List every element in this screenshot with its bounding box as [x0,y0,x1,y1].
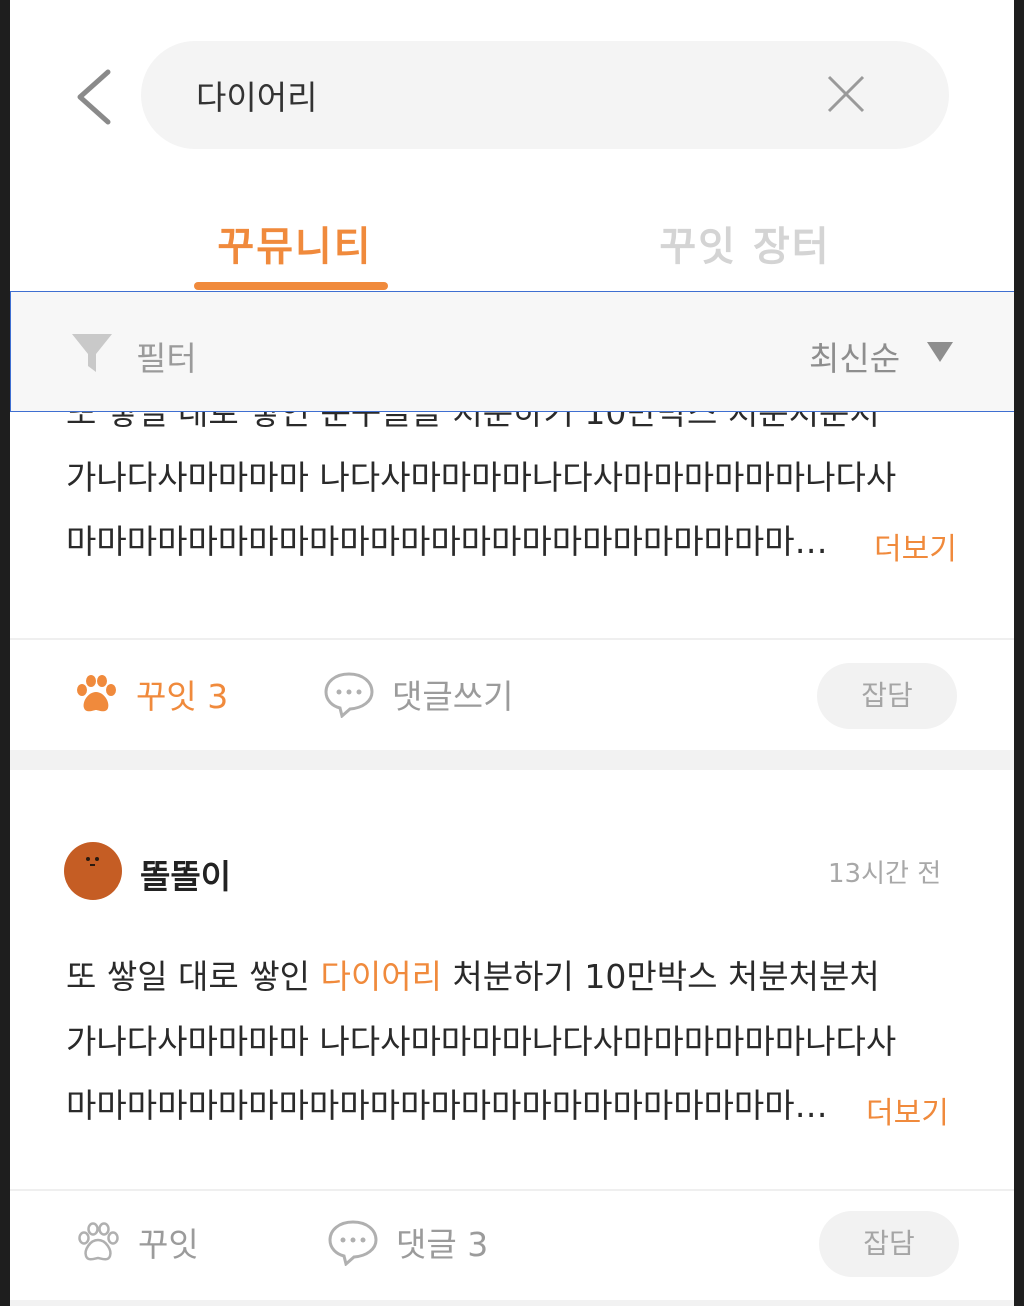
sort-dropdown[interactable]: 최신순 [809,332,900,380]
comment-button[interactable]: 댓글쓰기 [322,670,513,718]
post-body-line: 가나다사마마마마 나다사마마마마나다사마마마마마마나다사 [66,458,897,497]
search-keyword-highlight: 다이어리 [320,957,442,996]
like-button[interactable]: 꾸잇 3 [72,670,228,718]
funnel-icon[interactable] [69,330,115,376]
like-label: 꾸잇 [138,1225,199,1264]
category-chip[interactable]: 잡담 [819,1211,959,1277]
paw-icon [78,1222,119,1261]
paw-icon [77,675,116,712]
tab-market[interactable]: 꾸잇 장터 [640,214,850,274]
section-gap [10,750,1014,770]
comment-label: 댓글쓰기 [392,677,514,716]
filter-bar: 필터 최신순 [10,291,1014,412]
post-timestamp: 13시간 전 [828,859,942,889]
back-icon[interactable] [68,62,128,132]
avatar[interactable] [64,842,122,900]
post-body-line: 마마마마마마마마마마마마마마마마마마마마마마마마… [66,522,828,561]
search-bar [141,41,949,149]
post-text-segment: 또 쌓일 대로 쌓인 [66,957,321,996]
speech-bubble-icon [328,1220,378,1266]
section-gap [10,1300,1014,1306]
post-text-segment: 처분하기 10만박스 처분처분처 [441,957,880,996]
post-body-line: 가나다사마마마마 나다사마마마마나다사마마마마마마나다사 [66,1022,897,1061]
more-link[interactable]: 더보기 [866,1088,949,1132]
speech-bubble-icon [324,672,374,718]
close-icon[interactable] [823,71,869,117]
tab-community[interactable]: 꾸뮤니티 [190,214,400,274]
comment-count: 댓글 3 [396,1225,489,1264]
comment-button[interactable]: 댓글 3 [326,1218,488,1266]
like-button[interactable]: 꾸잇 [74,1218,199,1266]
category-chip[interactable]: 잡담 [817,663,957,729]
post-body-line: 마마마마마마마마마마마마마마마마마마마마마마마마… [66,1086,828,1125]
divider [10,1189,1014,1191]
active-tab-indicator [194,282,388,290]
post-body-line: 또 쌓일 대로 쌓인 다이어리 처분하기 10만박스 처분처분처 [66,945,880,1009]
author-name[interactable]: 똘똘이 [140,850,231,898]
app-screen: 꾸뮤니티 꾸잇 장터 필터 최신순 또 쌓일 대로 쌓인 문구들을 처분하기 1… [10,0,1014,1306]
search-input[interactable] [196,69,796,121]
more-link[interactable]: 더보기 [874,524,957,568]
divider [10,638,1014,640]
like-count: 꾸잇 3 [136,677,229,716]
filter-button[interactable]: 필터 [136,332,197,380]
triangle-down-icon[interactable] [925,340,955,364]
